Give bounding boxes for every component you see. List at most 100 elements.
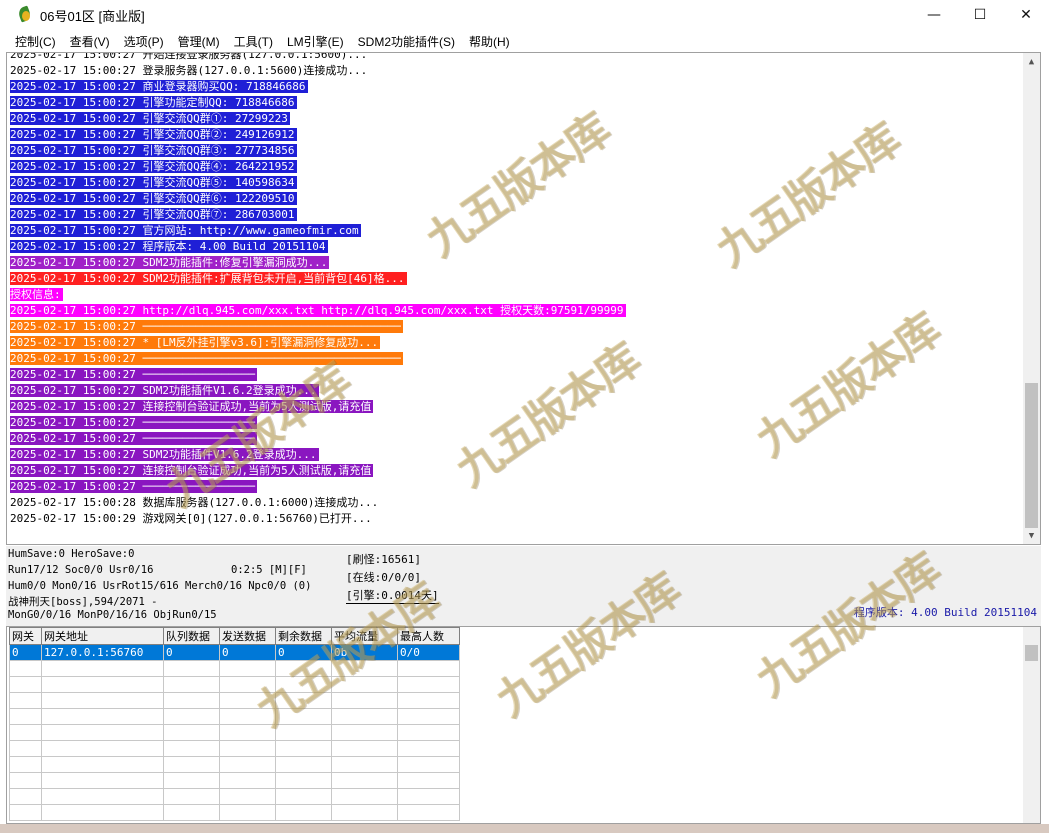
title-bar: 06号01区 [商业版] — ☐ ✕ xyxy=(0,0,1049,30)
gate-cell: 0b xyxy=(331,644,398,661)
status-panel: HumSave:0 HeroSave:0 Run17/12 Soc0/0 Usr… xyxy=(6,546,1041,626)
gate-empty-cell xyxy=(163,804,220,821)
gate-empty-cell xyxy=(397,740,460,757)
gate-empty-cell xyxy=(9,724,42,741)
menu-lm-engine[interactable]: LM引擎(E) xyxy=(280,33,351,50)
gate-empty-cell xyxy=(41,756,164,773)
log-line-text: 2025-02-17 15:00:27 SDM2功能插件:修复引擎漏洞成功... xyxy=(10,256,330,269)
gate-cell: 127.0.0.1:56760 xyxy=(41,644,164,661)
gate-empty-cell xyxy=(275,660,332,677)
log-scroll-thumb[interactable] xyxy=(1025,383,1038,528)
log-line: 2025-02-17 15:00:27 ────────────────────… xyxy=(10,319,1020,335)
maximize-button[interactable]: ☐ xyxy=(957,0,1003,30)
gate-empty-cell xyxy=(219,740,276,757)
col-queue-data[interactable]: 队列数据 xyxy=(163,627,220,645)
log-line: 2025-02-17 15:00:27 引擎交流QQ群③: 277734856 xyxy=(10,143,1020,159)
log-line-text: 2025-02-17 15:00:27 ───────────────── xyxy=(10,368,258,381)
gate-empty-cell xyxy=(397,660,460,677)
gate-empty-cell xyxy=(9,708,42,725)
log-line-text: 2025-02-17 15:00:27 引擎交流QQ群⑦: 286703001 xyxy=(10,208,297,221)
grid-scroll-thumb[interactable] xyxy=(1025,645,1038,661)
gate-empty-cell xyxy=(41,708,164,725)
log-line-text: 2025-02-17 15:00:27 引擎交流QQ群④: 264221952 xyxy=(10,160,297,173)
gate-empty-row xyxy=(9,804,460,821)
gate-empty-cell xyxy=(9,692,42,709)
log-line-text: 2025-02-17 15:00:27 SDM2功能插件V1.6.2登录成功..… xyxy=(10,384,319,397)
gate-empty-cell xyxy=(41,660,164,677)
log-line: 2025-02-17 15:00:27 引擎交流QQ群⑦: 286703001 xyxy=(10,207,1020,223)
gate-empty-cell xyxy=(219,804,276,821)
col-avg-traffic[interactable]: 平均流量 xyxy=(331,627,398,645)
scroll-down-arrow-icon[interactable]: ▼ xyxy=(1023,527,1040,544)
menu-view[interactable]: 查看(V) xyxy=(63,33,117,50)
log-line: 2025-02-17 15:00:27 SDM2功能插件V1.6.2登录成功..… xyxy=(10,447,1020,463)
grid-scrollbar[interactable] xyxy=(1023,627,1040,823)
menu-help[interactable]: 帮助(H) xyxy=(462,33,517,50)
log-line: 2025-02-17 15:00:27 ───────────────── xyxy=(10,367,1020,383)
gate-empty-cell xyxy=(41,804,164,821)
col-remaining-data[interactable]: 剩余数据 xyxy=(275,627,332,645)
gate-empty-cell xyxy=(219,692,276,709)
minimize-button[interactable]: — xyxy=(911,0,957,30)
gate-empty-cell xyxy=(331,804,398,821)
log-line-text: 2025-02-17 15:00:27 引擎交流QQ群①: 27299223 xyxy=(10,112,290,125)
menu-options[interactable]: 选项(P) xyxy=(117,33,171,50)
gate-empty-cell xyxy=(331,724,398,741)
refresh-monster-count: [刷怪:16561] xyxy=(346,553,421,566)
menu-manage[interactable]: 管理(M) xyxy=(171,33,227,50)
gate-empty-cell xyxy=(41,740,164,757)
gate-cell: 0 xyxy=(275,644,332,661)
gate-empty-row xyxy=(9,660,460,677)
log-line-text: 2025-02-17 15:00:27 连接控制台验证成功,当前为5人测试版,请… xyxy=(10,464,374,477)
gate-row[interactable]: 0 127.0.0.1:56760 0 0 0 0b 0/0 xyxy=(9,644,460,661)
gate-empty-row xyxy=(9,756,460,773)
menu-sdm2-plugin[interactable]: SDM2功能插件(S) xyxy=(351,33,462,50)
gate-empty-cell xyxy=(397,724,460,741)
log-line: 2025-02-17 15:00:27 引擎交流QQ群②: 249126912 xyxy=(10,127,1020,143)
gate-empty-cell xyxy=(331,676,398,693)
log-line-text: 授权信息: xyxy=(10,288,63,301)
log-line: 2025-02-17 15:00:27 ───────────────── xyxy=(10,479,1020,495)
gate-empty-cell xyxy=(397,756,460,773)
col-gate[interactable]: 网关 xyxy=(9,627,42,645)
log-line-text: 2025-02-17 15:00:27 登录服务器(127.0.0.1:5600… xyxy=(10,64,368,77)
gate-empty-cell xyxy=(275,724,332,741)
gate-cell: 0 xyxy=(9,644,42,661)
log-line-text: 2025-02-17 15:00:29 游戏网关[0](127.0.0.1:56… xyxy=(10,512,372,525)
gate-empty-cell xyxy=(163,708,220,725)
log-line-text: 2025-02-17 15:00:27 SDM2功能插件V1.6.2登录成功..… xyxy=(10,448,319,461)
gate-empty-cell xyxy=(397,788,460,805)
gate-empty-cell xyxy=(163,772,220,789)
log-line-text: 2025-02-17 15:00:27 ────────────────────… xyxy=(10,320,403,333)
gate-empty-cell xyxy=(163,676,220,693)
menu-control[interactable]: 控制(C) xyxy=(8,33,63,50)
log-line-text: 2025-02-17 15:00:27 程序版本: 4.00 Build 201… xyxy=(10,240,328,253)
gate-empty-cell xyxy=(331,660,398,677)
scroll-up-arrow-icon[interactable]: ▲ xyxy=(1023,53,1040,70)
close-button[interactable]: ✕ xyxy=(1003,0,1049,30)
gate-empty-cell xyxy=(331,708,398,725)
log-line: 2025-02-17 15:00:27 开始连接登录服务器(127.0.0.1:… xyxy=(10,53,1020,63)
gate-empty-row xyxy=(9,708,460,725)
log-line: 2025-02-17 15:00:27 连接控制台验证成功,当前为5人测试版,请… xyxy=(10,463,1020,479)
col-sent-data[interactable]: 发送数据 xyxy=(219,627,276,645)
log-scrollbar[interactable]: ▲ ▼ xyxy=(1023,53,1040,544)
menu-bar: 控制(C) 查看(V) 选项(P) 管理(M) 工具(T) LM引擎(E) SD… xyxy=(0,30,1049,52)
online-count: [在线:0/0/0] xyxy=(346,571,421,584)
log-line: 授权信息: xyxy=(10,287,1020,303)
gate-empty-cell xyxy=(9,660,42,677)
gate-cell: 0/0 xyxy=(397,644,460,661)
log-line-text: 2025-02-17 15:00:27 * [LM反外挂引擎v3.6]:引擎漏洞… xyxy=(10,336,381,349)
gate-empty-cell xyxy=(41,724,164,741)
col-max-users[interactable]: 最高人数 xyxy=(397,627,460,645)
log-line: 2025-02-17 15:00:27 引擎交流QQ群①: 27299223 xyxy=(10,111,1020,127)
gate-empty-cell xyxy=(331,740,398,757)
gate-grid[interactable]: 网关 网关地址 队列数据 发送数据 剩余数据 平均流量 最高人数 0 127.0.… xyxy=(6,626,1041,824)
log-line-text: 2025-02-17 15:00:27 引擎交流QQ群②: 249126912 xyxy=(10,128,297,141)
menu-tools[interactable]: 工具(T) xyxy=(227,33,280,50)
col-gate-address[interactable]: 网关地址 xyxy=(41,627,164,645)
gate-empty-cell xyxy=(9,676,42,693)
log-panel[interactable]: 2025-02-17 15:00:27 开始连接登录服务器(127.0.0.1:… xyxy=(6,52,1041,545)
log-line: 2025-02-17 15:00:28 数据库服务器(127.0.0.1:600… xyxy=(10,495,1020,511)
gate-empty-cell xyxy=(331,692,398,709)
